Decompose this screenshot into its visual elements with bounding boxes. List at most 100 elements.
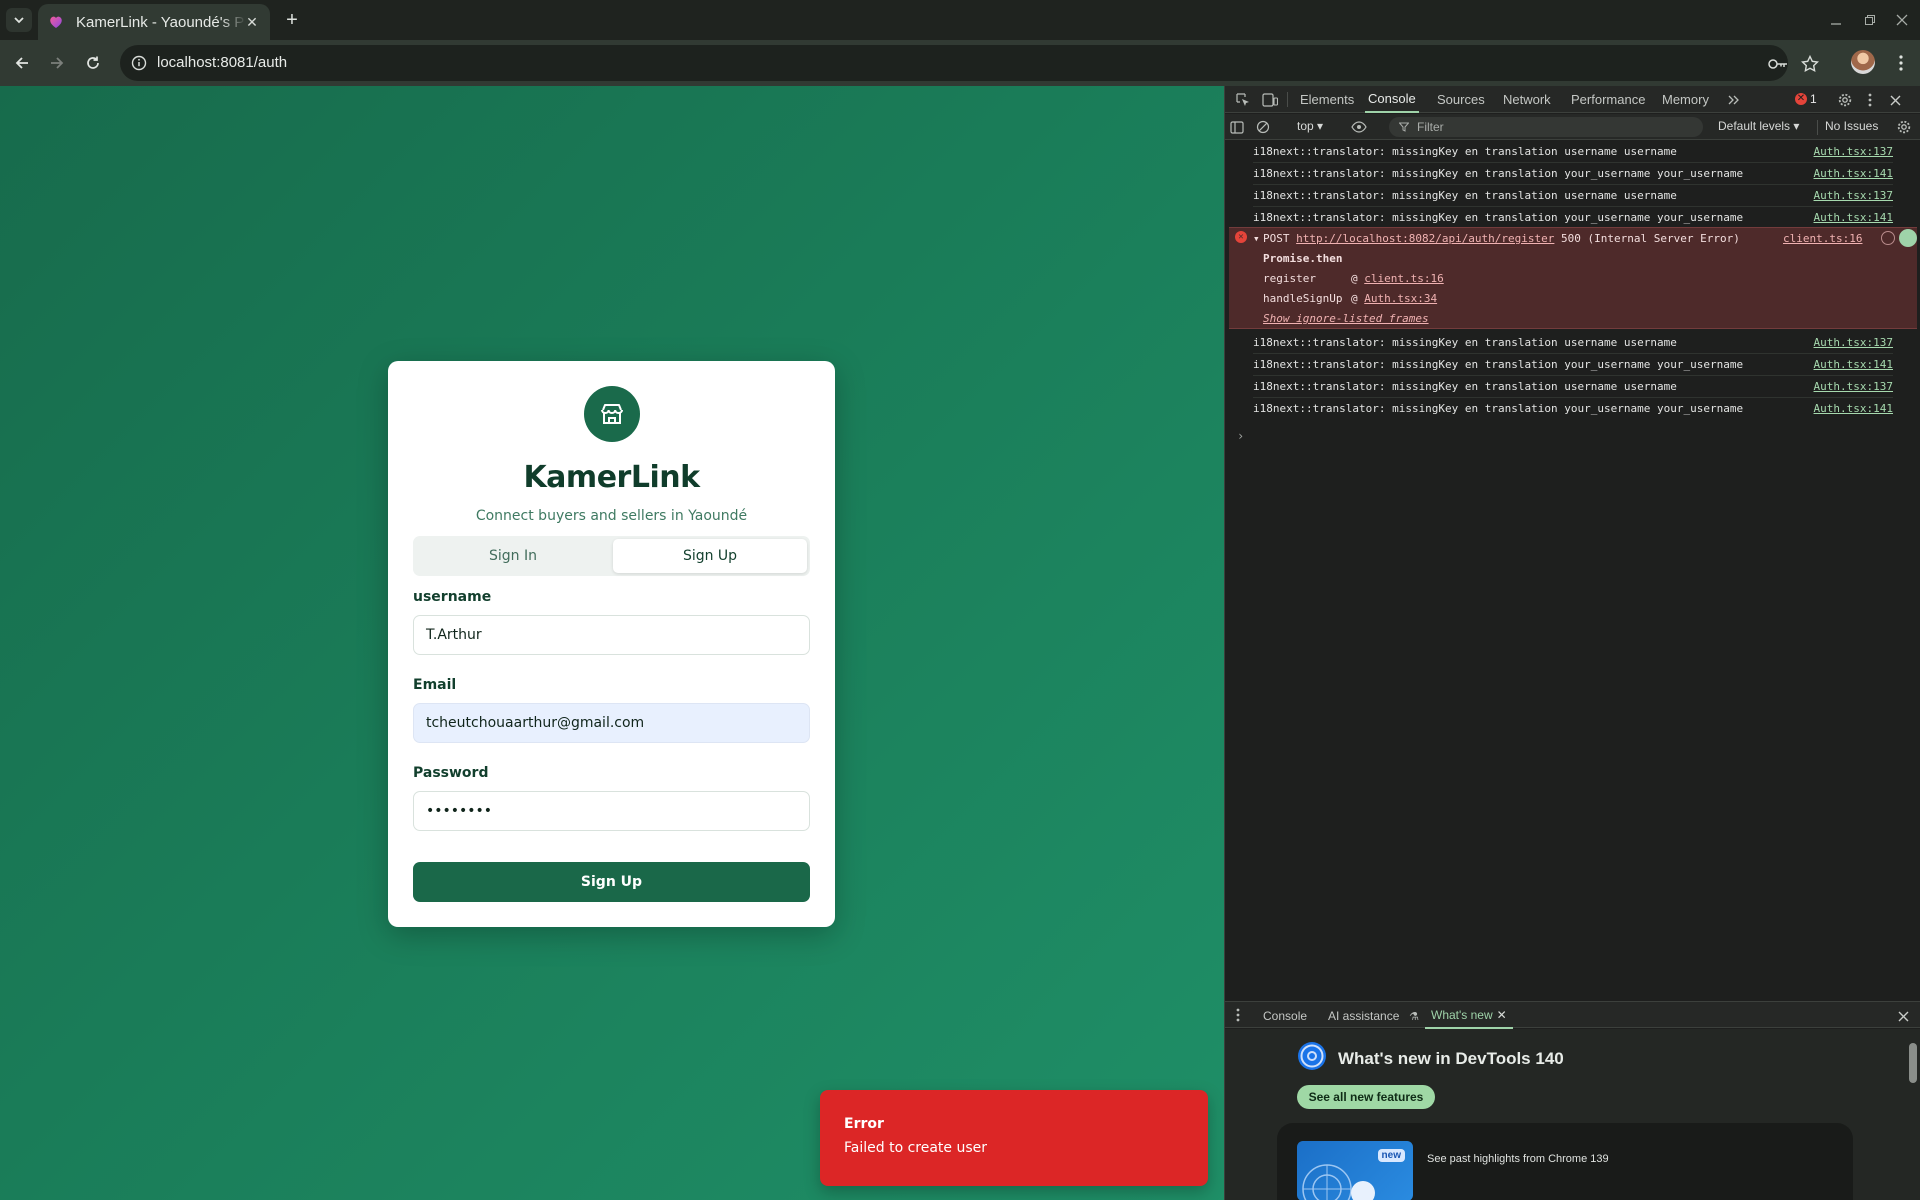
- drawer-tab-ai-assistance[interactable]: AI assistance: [1328, 1002, 1399, 1029]
- drawer-tab-whats-new[interactable]: What's new ✕: [1425, 1002, 1513, 1029]
- browser-menu-icon[interactable]: [1889, 51, 1913, 75]
- store-logo: [584, 386, 640, 442]
- console-prompt-icon[interactable]: ›: [1237, 429, 1244, 443]
- log-source-link[interactable]: Auth.tsx:137: [1814, 141, 1893, 163]
- expand-triangle-icon[interactable]: ▾: [1253, 232, 1260, 245]
- device-toolbar-icon[interactable]: [1261, 91, 1279, 109]
- address-bar[interactable]: localhost:8081/auth: [120, 45, 1819, 81]
- ai-insight-icon[interactable]: [1899, 229, 1917, 247]
- highlights-thumbnail: new: [1297, 1141, 1413, 1200]
- devtools-tabbar: Elements Console Sources Network Perform…: [1225, 86, 1920, 113]
- toast-title: Error: [844, 1116, 884, 1132]
- log-source-link[interactable]: Auth.tsx:141: [1814, 163, 1893, 185]
- restore-icon[interactable]: [1858, 8, 1882, 32]
- close-drawer-icon[interactable]: [1894, 1007, 1912, 1025]
- show-ignore-listed-frames-link[interactable]: Show ignore-listed frames: [1263, 312, 1429, 325]
- browser-tab-active[interactable]: KamerLink - Yaoundé's P ✕: [38, 4, 270, 40]
- live-expression-eye-icon[interactable]: [1350, 118, 1368, 136]
- close-devtools-icon[interactable]: [1886, 91, 1904, 109]
- close-window-icon[interactable]: [1890, 8, 1914, 32]
- log-text: i18next::translator: missingKey en trans…: [1253, 358, 1744, 371]
- console-filter-bar: top ▾ Filter Default levels ▾ No Issues: [1225, 114, 1920, 140]
- console-log-row: i18next::translator: missingKey en trans…: [1253, 185, 1893, 207]
- email-input[interactable]: tcheutchouaarthur@gmail.com: [413, 703, 810, 743]
- chevron-down-icon: [14, 17, 24, 24]
- tab-search-button[interactable]: [6, 8, 32, 32]
- log-text: i18next::translator: missingKey en trans…: [1253, 336, 1677, 349]
- browser-toolbar: localhost:8081/auth: [0, 40, 1920, 86]
- stack-promise-label: Promise.then: [1263, 252, 1343, 265]
- tab-network[interactable]: Network: [1503, 86, 1551, 113]
- reload-icon[interactable]: [81, 51, 105, 75]
- error-url-link[interactable]: http://localhost:8082/api/auth/register: [1296, 232, 1554, 245]
- password-key-icon[interactable]: [1768, 54, 1788, 74]
- log-source-link[interactable]: Auth.tsx:141: [1814, 354, 1893, 376]
- tab-memory[interactable]: Memory: [1662, 86, 1709, 113]
- toast-message: Failed to create user: [844, 1140, 988, 1156]
- tab-sign-in[interactable]: Sign In: [416, 539, 610, 573]
- tab-performance[interactable]: Performance: [1571, 86, 1645, 113]
- site-info-icon[interactable]: [130, 54, 148, 72]
- close-tab-icon[interactable]: ✕: [1497, 1008, 1507, 1022]
- forward-icon[interactable]: [45, 51, 69, 75]
- storefront-icon: [601, 404, 623, 424]
- error-icon: ✕: [1235, 231, 1247, 243]
- whats-new-panel: What's new in DevTools 140 See all new f…: [1225, 1029, 1920, 1200]
- tab-close-icon[interactable]: ✕: [244, 14, 260, 30]
- drawer-tab-whats-new-label: What's new: [1431, 1007, 1493, 1022]
- drawer-menu-icon[interactable]: [1229, 1006, 1247, 1024]
- log-levels-value: Default levels: [1718, 119, 1791, 133]
- tab-elements[interactable]: Elements: [1300, 86, 1354, 113]
- filter-placeholder: Filter: [1417, 120, 1444, 134]
- drawer-tab-console[interactable]: Console: [1263, 1002, 1307, 1029]
- inspect-element-icon[interactable]: [1234, 91, 1252, 109]
- auth-mode-tabs: Sign In Sign Up: [413, 536, 810, 576]
- sign-up-submit-button[interactable]: Sign Up: [413, 862, 810, 902]
- error-method: POST: [1263, 232, 1290, 245]
- console-log-row: i18next::translator: missingKey en trans…: [1253, 332, 1893, 354]
- network-request-icon[interactable]: [1881, 231, 1895, 245]
- console-log-row: i18next::translator: missingKey en trans…: [1253, 163, 1893, 185]
- devtools-menu-icon[interactable]: [1861, 91, 1879, 109]
- minimize-icon[interactable]: [1824, 8, 1848, 32]
- bookmark-star-icon[interactable]: [1800, 54, 1820, 74]
- tab-sign-up[interactable]: Sign Up: [613, 539, 807, 573]
- password-input[interactable]: ••••••••: [413, 791, 810, 831]
- chrome-devtools-logo-icon: [1298, 1042, 1326, 1070]
- see-all-features-button[interactable]: See all new features: [1297, 1085, 1435, 1109]
- clear-console-icon[interactable]: [1254, 118, 1272, 136]
- context-select[interactable]: top ▾: [1297, 119, 1323, 133]
- error-count: 1: [1810, 92, 1817, 106]
- log-source-link[interactable]: Auth.tsx:141: [1814, 398, 1893, 420]
- console-filter-input[interactable]: Filter: [1389, 117, 1703, 137]
- username-label: username: [413, 589, 492, 605]
- stack-frame-link[interactable]: client.ts:16: [1364, 272, 1443, 285]
- error-source-link[interactable]: client.ts:16: [1783, 232, 1862, 245]
- log-source-link[interactable]: Auth.tsx:141: [1814, 207, 1893, 229]
- log-levels-select[interactable]: Default levels ▾: [1718, 119, 1799, 133]
- profile-avatar[interactable]: [1851, 50, 1875, 74]
- stack-frame-function: handleSignUp: [1263, 292, 1343, 305]
- username-input[interactable]: T.Arthur: [413, 615, 810, 655]
- log-text: i18next::translator: missingKey en trans…: [1253, 145, 1677, 158]
- sidebar-toggle-icon[interactable]: [1228, 118, 1246, 136]
- highlights-text: See past highlights from Chrome 139: [1427, 1153, 1609, 1165]
- log-source-link[interactable]: Auth.tsx:137: [1814, 376, 1893, 398]
- log-source-link[interactable]: Auth.tsx:137: [1814, 185, 1893, 207]
- highlights-card[interactable]: new See past highlights from Chrome 139: [1277, 1123, 1853, 1200]
- console-log-row: i18next::translator: missingKey en trans…: [1253, 207, 1893, 229]
- divider: [1817, 120, 1818, 135]
- more-tabs-icon[interactable]: [1725, 91, 1743, 109]
- log-source-link[interactable]: Auth.tsx:137: [1814, 332, 1893, 354]
- filter-icon: [1399, 122, 1409, 132]
- scrollbar-thumb[interactable]: [1909, 1043, 1917, 1083]
- tab-console[interactable]: Console: [1365, 86, 1419, 113]
- new-tab-button[interactable]: +: [281, 9, 303, 31]
- error-count-badge[interactable]: ✕ 1: [1795, 92, 1817, 106]
- back-icon[interactable]: [10, 51, 34, 75]
- stack-frame-link[interactable]: Auth.tsx:34: [1364, 292, 1437, 305]
- settings-gear-icon[interactable]: [1836, 91, 1854, 109]
- console-settings-icon[interactable]: [1895, 118, 1913, 136]
- issues-button[interactable]: No Issues: [1825, 119, 1878, 133]
- tab-sources[interactable]: Sources: [1437, 86, 1485, 113]
